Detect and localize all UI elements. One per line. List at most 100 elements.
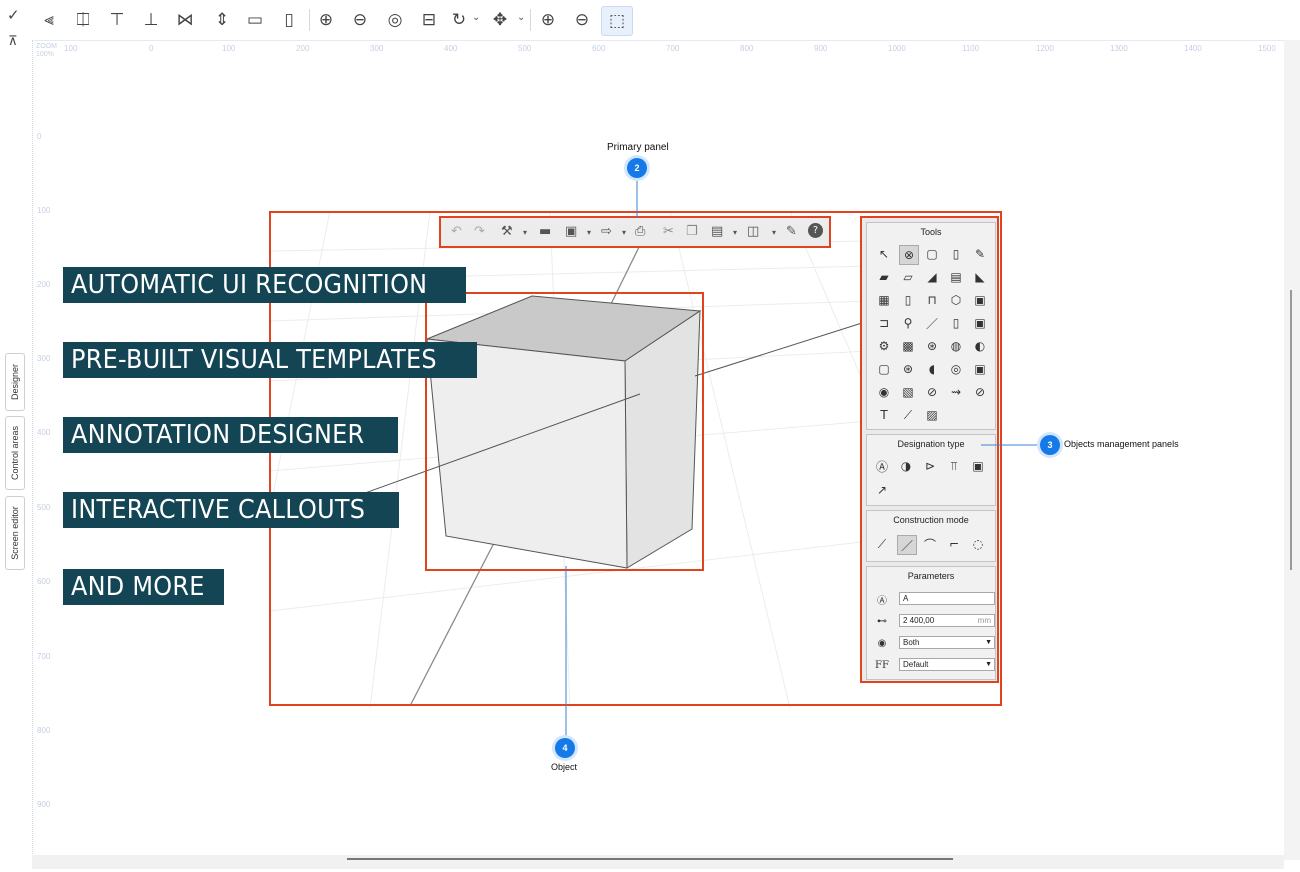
tool-icon[interactable]: ⊐ xyxy=(875,314,893,332)
tool-icon[interactable]: ◎ xyxy=(947,360,965,378)
distribute-icon[interactable]: ⋈ xyxy=(170,6,200,34)
tab-screen-editor[interactable]: Screen editor xyxy=(5,496,25,570)
layers-dropdown-icon[interactable]: ▾ xyxy=(772,228,776,237)
zoom-in-circle-icon[interactable]: ⊕ xyxy=(311,6,341,34)
save-icon[interactable]: ▣ xyxy=(565,224,577,239)
dropdown-icon[interactable]: ▾ xyxy=(523,228,527,237)
zoom-out-circle-icon[interactable]: ⊖ xyxy=(345,6,375,34)
name-field[interactable]: A xyxy=(899,592,995,605)
tab-control-areas[interactable]: Control areas xyxy=(5,416,25,490)
designation-leader-icon[interactable]: ↗ xyxy=(873,481,891,499)
tool-icon[interactable]: ▢ xyxy=(875,360,893,378)
move-dropdown-icon[interactable]: ⌄ xyxy=(517,12,525,23)
callout-marker-4[interactable]: 4 xyxy=(555,738,575,758)
zoom-out-icon[interactable]: ⊖ xyxy=(567,6,597,34)
settings-icon[interactable]: ⊟ xyxy=(414,6,444,34)
tool-icon[interactable]: ▯ xyxy=(947,314,965,332)
magic-icon[interactable]: ⚒ xyxy=(501,224,513,239)
tool-icon[interactable]: ⇝ xyxy=(947,383,965,401)
construction-line-icon[interactable]: ／ xyxy=(897,535,917,555)
wrench-icon[interactable]: ✎ xyxy=(786,224,797,239)
paste-icon[interactable]: ▤ xyxy=(711,224,723,239)
rotate-dropdown-icon[interactable]: ⌄ xyxy=(472,12,480,23)
font-select[interactable]: Default ▼ xyxy=(899,658,995,671)
distribute-vertical-icon[interactable]: ⇕ xyxy=(207,6,237,34)
align-left-icon[interactable]: ⫷ xyxy=(34,6,64,34)
rotate-icon[interactable]: ↻ xyxy=(444,6,474,34)
folder-icon[interactable]: ▬ xyxy=(539,224,551,239)
clear-icon[interactable]: ◎ xyxy=(380,6,410,34)
tool-icon[interactable]: ▣ xyxy=(971,314,989,332)
align-center-icon[interactable]: ⎅ xyxy=(68,6,98,34)
tool-icon[interactable]: ▢ xyxy=(923,245,941,263)
tool-icon[interactable]: ◐ xyxy=(971,337,989,355)
tab-designer[interactable]: Designer xyxy=(5,353,25,411)
callout-marker-3[interactable]: 3 xyxy=(1040,435,1060,455)
tool-icon[interactable]: ◍ xyxy=(947,337,965,355)
tool-icon[interactable]: ▯ xyxy=(947,245,965,263)
tool-icon[interactable]: ◢ xyxy=(923,268,941,286)
tool-icon[interactable]: ▤ xyxy=(947,268,965,286)
construction-arc-icon[interactable]: ⌒ xyxy=(921,535,939,553)
paste-dropdown-icon[interactable]: ▾ xyxy=(733,228,737,237)
tool-icon[interactable]: ⚲ xyxy=(899,314,917,332)
tool-icon[interactable]: ⊛ xyxy=(899,360,917,378)
construction-point-icon[interactable]: ⟋ xyxy=(873,535,891,553)
tool-icon[interactable]: ▯ xyxy=(899,291,917,309)
vertical-scrollbar-track[interactable] xyxy=(1284,40,1300,860)
designation-tag-icon[interactable]: ⊳ xyxy=(921,457,939,475)
tool-icon[interactable]: ▣ xyxy=(971,360,989,378)
tool-icon[interactable]: ⊗ xyxy=(899,245,919,265)
tool-icon[interactable]: ▣ xyxy=(971,291,989,309)
vertical-scrollbar-thumb[interactable] xyxy=(1290,290,1292,570)
tool-icon[interactable]: ▦ xyxy=(875,291,893,309)
redo-icon[interactable]: ↷ xyxy=(474,224,485,239)
tool-icon[interactable]: ／ xyxy=(923,314,941,332)
cut-icon[interactable]: ✂ xyxy=(663,224,674,239)
tool-icon[interactable]: ⊘ xyxy=(971,383,989,401)
pin-icon[interactable]: ⊼ xyxy=(8,34,18,49)
export-icon[interactable]: ⇨ xyxy=(601,224,612,239)
tool-icon[interactable]: ⊛ xyxy=(923,337,941,355)
horizontal-scrollbar-thumb[interactable] xyxy=(347,858,953,860)
tool-icon[interactable]: ⊘ xyxy=(923,383,941,401)
tool-icon[interactable]: ⚙ xyxy=(875,337,893,355)
select-area-icon[interactable]: ⬚ xyxy=(601,6,633,36)
tool-icon[interactable]: ▰ xyxy=(875,268,893,286)
tool-icon[interactable]: ▱ xyxy=(899,268,917,286)
layers-icon[interactable]: ◫ xyxy=(747,224,759,239)
export-dropdown-icon[interactable]: ▾ xyxy=(622,228,626,237)
construction-curve-icon[interactable]: ⌐ xyxy=(945,535,963,553)
move-icon[interactable]: ✥ xyxy=(485,6,515,34)
print-icon[interactable]: ⎙ xyxy=(635,224,645,239)
length-field[interactable]: 2 400,00 mm xyxy=(899,614,995,627)
help-icon[interactable]: ? xyxy=(808,223,823,238)
check-icon[interactable]: ✓ xyxy=(7,6,20,24)
align-bottom-icon[interactable]: ⊥ xyxy=(136,6,166,34)
tool-icon[interactable]: ▨ xyxy=(923,406,941,424)
tool-icon[interactable]: ◣ xyxy=(971,268,989,286)
tool-icon[interactable]: ↖ xyxy=(875,245,893,263)
text-tool-icon[interactable]: T xyxy=(875,406,893,424)
designation-box-icon[interactable]: ▣ xyxy=(969,457,987,475)
tool-icon[interactable]: ◉ xyxy=(875,383,893,401)
tool-icon[interactable]: ⬡ xyxy=(947,291,965,309)
construction-circle-icon[interactable]: ◌ xyxy=(969,535,987,553)
tool-icon[interactable]: ▩ xyxy=(899,337,917,355)
designation-quadrant-icon[interactable]: ◑ xyxy=(897,457,915,475)
align-top-icon[interactable]: ⊤ xyxy=(102,6,132,34)
tool-icon[interactable]: ⟋ xyxy=(899,406,917,424)
copy-icon[interactable]: ❐ xyxy=(686,224,698,239)
tool-icon[interactable]: ✎ xyxy=(971,245,989,263)
tool-icon[interactable]: ◖ xyxy=(923,360,941,378)
equal-width-icon[interactable]: ▭ xyxy=(240,6,270,34)
callout-marker-2[interactable]: 2 xyxy=(627,158,647,178)
save-dropdown-icon[interactable]: ▾ xyxy=(587,228,591,237)
equal-height-icon[interactable]: ▯ xyxy=(274,6,304,34)
tool-icon[interactable]: ▧ xyxy=(899,383,917,401)
designation-circle-a-icon[interactable]: Ⓐ xyxy=(873,457,891,475)
tool-icon[interactable]: ⊓ xyxy=(923,291,941,309)
zoom-in-icon[interactable]: ⊕ xyxy=(533,6,563,34)
designation-level-icon[interactable]: ⫪ xyxy=(945,457,963,475)
visibility-select[interactable]: Both ▼ xyxy=(899,636,995,649)
